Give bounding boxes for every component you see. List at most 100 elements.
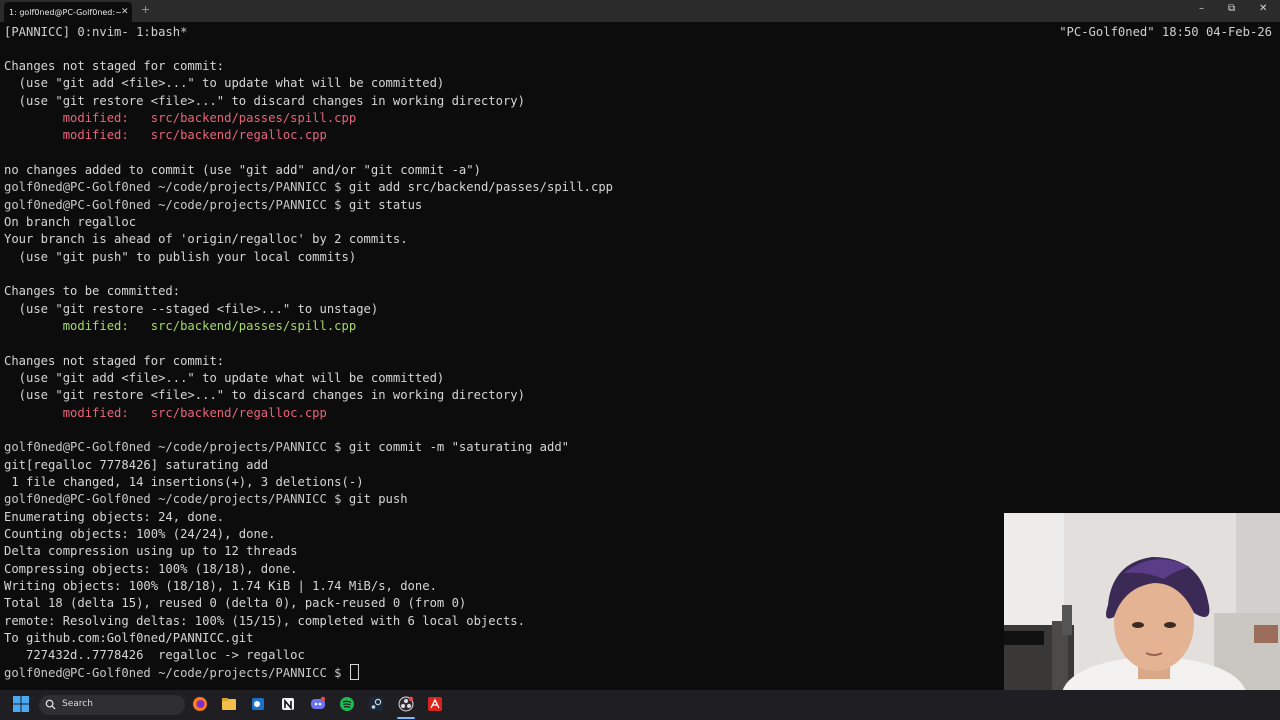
terminal-line: (use "git add <file>..." to update what … [4, 75, 1004, 92]
shell-prompt: golf0ned@PC-Golf0ned ~/code/projects/PAN… [4, 180, 342, 195]
terminal-line: Compressing objects: 100% (18/18), done. [4, 561, 1004, 578]
terminal-line: Changes to be committed: [4, 283, 1004, 300]
windows-start-icon[interactable] [13, 696, 29, 712]
output-text: Delta compression using up to 12 threads [4, 544, 298, 559]
output-text: To github.com:Golf0ned/PANNICC.git [4, 630, 254, 645]
webcam-overlay [1004, 513, 1280, 691]
output-text: (use "git push" to publish your local co… [4, 249, 357, 264]
shell-prompt: golf0ned@PC-Golf0ned ~/code/projects/PAN… [4, 492, 342, 507]
terminal-line: Enumerating objects: 24, done. [4, 509, 1004, 526]
output-text: no changes added to commit (use "git add… [4, 162, 481, 177]
terminal-line: Your branch is ahead of 'origin/regalloc… [4, 231, 1004, 248]
terminal-line: Changes not staged for commit: [4, 58, 1004, 75]
output-text: Your branch is ahead of 'origin/regalloc… [4, 232, 408, 247]
terminal-line: Counting objects: 100% (24/24), done. [4, 526, 1004, 543]
minimize-button[interactable]: – [1199, 3, 1204, 14]
terminal-line: (use "git push" to publish your local co… [4, 249, 1004, 266]
search-icon [45, 699, 56, 710]
shell-command: git commit -m "saturating add" [348, 440, 569, 455]
firefox-icon[interactable] [192, 696, 208, 712]
tmux-status-bar: [PANNICC] 0:nvim- 1:bash* "PC-Golf0ned" … [4, 24, 1272, 41]
notion-icon[interactable] [280, 696, 296, 712]
modified-file-line: modified: src/backend/passes/spill.cpp [4, 110, 357, 125]
terminal-line: modified: src/backend/regalloc.cpp [4, 127, 1004, 144]
taskbar-search-box[interactable]: Search [39, 695, 185, 715]
terminal-line: golf0ned@PC-Golf0ned ~/code/projects/PAN… [4, 664, 1004, 681]
output-text: Changes not staged for commit: [4, 59, 225, 73]
window-title-bar: 1: golf0ned@PC-Golf0ned:~ ✕ + – ⧉ ✕ [0, 0, 1280, 22]
shell-prompt: golf0ned@PC-Golf0ned ~/code/projects/PAN… [4, 440, 342, 455]
tab-title: 1: golf0ned@PC-Golf0ned:~ [9, 7, 121, 17]
output-text: Total 18 (delta 15), reused 0 (delta 0),… [4, 596, 467, 611]
close-window-button[interactable]: ✕ [1259, 3, 1267, 14]
terminal-line: remote: Resolving deltas: 100% (15/15), … [4, 613, 1004, 630]
terminal-line: golf0ned@PC-Golf0ned ~/code/projects/PAN… [4, 439, 1004, 456]
terminal-line: golf0ned@PC-Golf0ned ~/code/projects/PAN… [4, 491, 1004, 508]
steam-icon[interactable] [368, 696, 384, 712]
terminal-line: On branch regalloc [4, 214, 1004, 231]
output-text: git[regalloc 7778426] saturating add [4, 457, 269, 472]
output-text: (use "git add <file>..." to update what … [4, 370, 445, 385]
terminal-line: (use "git add <file>..." to update what … [4, 370, 1004, 387]
shell-command: git add src/backend/passes/spill.cpp [348, 180, 614, 195]
output-text: Writing objects: 100% (18/18), 1.74 KiB … [4, 578, 437, 593]
terminal-line: Changes not staged for commit: [4, 353, 1004, 370]
output-text: Enumerating objects: 24, done. [4, 509, 225, 524]
modified-file-line: modified: src/backend/regalloc.cpp [4, 128, 327, 143]
terminal-line: golf0ned@PC-Golf0ned ~/code/projects/PAN… [4, 179, 1004, 196]
shell-command: git push [348, 492, 408, 507]
output-text: (use "git restore --staged <file>..." to… [4, 301, 379, 316]
webcam-feed-image [1004, 513, 1280, 691]
discord-icon[interactable] [310, 696, 326, 712]
shell-prompt: golf0ned@PC-Golf0ned ~/code/projects/PAN… [4, 666, 342, 681]
terminal-line: Total 18 (delta 15), reused 0 (delta 0),… [4, 595, 1004, 612]
terminal-line: 727432d..7778426 regalloc -> regalloc [4, 647, 1004, 664]
tab-close-icon[interactable]: ✕ [121, 7, 129, 17]
tmux-host-clock: "PC-Golf0ned" 18:50 04-Feb-26 [1059, 25, 1272, 39]
terminal-line: no changes added to commit (use "git add… [4, 162, 1004, 179]
output-text: (use "git restore <file>..." to discard … [4, 388, 525, 403]
active-app-indicator [397, 717, 415, 719]
new-tab-button[interactable]: + [141, 3, 150, 16]
output-text: 1 file changed, 14 insertions(+), 3 dele… [4, 474, 364, 489]
outlook-icon[interactable] [250, 696, 266, 712]
terminal-line: 1 file changed, 14 insertions(+), 3 dele… [4, 474, 1004, 491]
terminal-output: Changes not staged for commit: (use "git… [4, 58, 1004, 682]
output-text: (use "git restore <file>..." to discard … [4, 93, 525, 108]
restore-button[interactable]: ⧉ [1228, 3, 1235, 14]
terminal-cursor[interactable] [349, 664, 359, 681]
output-text: (use "git add <file>..." to update what … [4, 76, 445, 91]
output-text: Compressing objects: 100% (18/18), done. [4, 561, 298, 576]
modified-file-line: modified: src/backend/passes/spill.cpp [4, 318, 357, 333]
output-text: remote: Resolving deltas: 100% (15/15), … [4, 613, 525, 628]
taskbar: Search [0, 690, 1280, 720]
terminal-line: (use "git restore --staged <file>..." to… [4, 301, 1004, 318]
output-text: Changes not staged for commit: [4, 353, 225, 368]
terminal-line: Writing objects: 100% (18/18), 1.74 KiB … [4, 578, 1004, 595]
search-placeholder: Search [62, 699, 93, 709]
acrobat-icon[interactable] [427, 696, 443, 712]
modified-file-line: modified: src/backend/regalloc.cpp [4, 405, 327, 420]
output-text: On branch regalloc [4, 214, 137, 229]
terminal-tab[interactable]: 1: golf0ned@PC-Golf0ned:~ ✕ [4, 2, 132, 22]
terminal-line: modified: src/backend/passes/spill.cpp [4, 318, 1004, 335]
tmux-window-list: [PANNICC] 0:nvim- 1:bash* [4, 25, 188, 39]
output-text: 727432d..7778426 regalloc -> regalloc [4, 648, 305, 663]
terminal-line: modified: src/backend/passes/spill.cpp [4, 110, 1004, 127]
spotify-icon[interactable] [339, 696, 355, 712]
shell-prompt: golf0ned@PC-Golf0ned ~/code/projects/PAN… [4, 197, 342, 212]
output-text: Changes to be committed: [4, 284, 181, 299]
terminal-line: To github.com:Golf0ned/PANNICC.git [4, 630, 1004, 647]
obs-icon[interactable] [398, 696, 414, 712]
file-explorer-icon[interactable] [221, 696, 237, 712]
terminal-line: Delta compression using up to 12 threads [4, 543, 1004, 560]
shell-command: git status [348, 197, 423, 212]
terminal-line: modified: src/backend/regalloc.cpp [4, 405, 1004, 422]
terminal-line: golf0ned@PC-Golf0ned ~/code/projects/PAN… [4, 197, 1004, 214]
terminal-line: (use "git restore <file>..." to discard … [4, 387, 1004, 404]
terminal-line: git[regalloc 7778426] saturating add [4, 457, 1004, 474]
terminal-line: (use "git restore <file>..." to discard … [4, 93, 1004, 110]
